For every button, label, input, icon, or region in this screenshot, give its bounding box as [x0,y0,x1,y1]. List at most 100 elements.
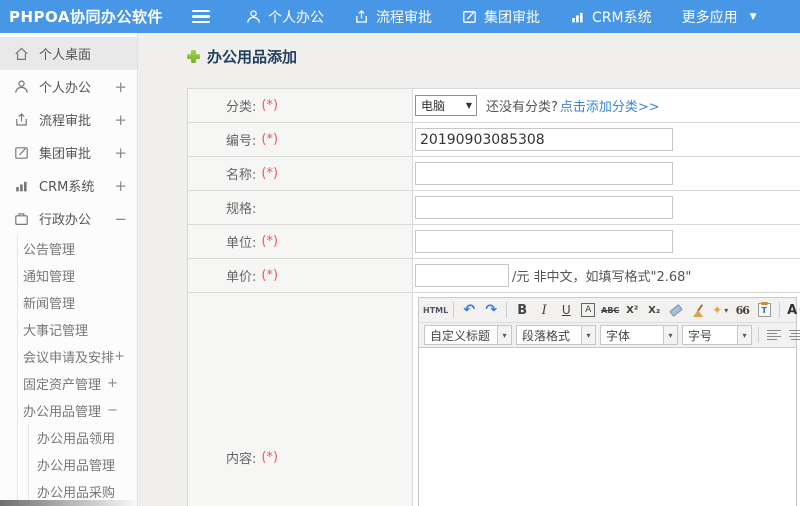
sidebar-label: 流程审批 [39,114,92,129]
sidebar-label: 集团审批 [39,147,92,162]
unit-input[interactable] [415,230,673,253]
sidebar-item-supplies-claim[interactable]: 办公用品领用 [29,424,137,451]
paragraph-format-dropdown[interactable]: 段落格式 ▾ [516,325,596,345]
sidebar-item-group-approval[interactable]: 集团审批 + [0,136,137,169]
custom-title-dropdown[interactable]: 自定义标题 ▾ [424,325,512,345]
label-text: 分类: [226,100,257,115]
clear-format-button[interactable] [688,300,708,320]
eraser-icon [669,303,684,317]
html-source-button[interactable]: HTML [423,300,448,320]
app-logo: PHPOA协同办公软件 [9,8,163,26]
required-mark: (*) [261,234,279,249]
sidebar-item-supplies-mgmt[interactable]: 办公用品管理 − [18,397,137,424]
dropdown-label: 段落格式 [522,328,571,343]
sidebar-item-desktop[interactable]: 个人桌面 [0,37,137,70]
sidebar-item-meeting-mgmt[interactable]: 会议申请及安排 + [18,343,137,370]
topmenu-personal-office[interactable]: 个人办公 [246,7,324,27]
sidebar-submenu-supplies: 办公用品领用 办公用品管理 办公用品采购 [28,424,137,505]
underline-button[interactable]: U [556,300,576,320]
sidebar-item-notice-mgmt[interactable]: 通知管理 [18,262,137,289]
collapse-icon[interactable]: − [114,210,127,228]
font-style-button[interactable]: A [578,300,598,320]
blockquote-button[interactable]: 66 [732,300,752,320]
paste-text-button[interactable]: T [754,300,774,320]
sidebar-item-news-mgmt[interactable]: 新闻管理 [18,289,137,316]
toolbar-separator [758,327,759,343]
add-category-link[interactable]: 点击添加分类>> [560,96,660,115]
hamburger-icon[interactable] [192,10,210,23]
label-text: 名称: [226,168,257,183]
topmenu-more-apps[interactable]: 更多应用 ▼ [682,7,757,27]
italic-button[interactable]: I [534,300,554,320]
sidebar-item-personal-office[interactable]: 个人办公 + [0,70,137,103]
redo-icon[interactable]: ↷ [481,300,501,320]
sidebar-label: 固定资产管理 [23,378,102,393]
sidebar-item-workflow-approval[interactable]: 流程审批 + [0,103,137,136]
sidebar-item-events-mgmt[interactable]: 大事记管理 [18,316,137,343]
sidebar-label: 个人桌面 [39,48,92,63]
label-text: 编号: [226,134,257,149]
name-input[interactable] [415,162,673,185]
form-row-spec: 规格: [188,191,800,225]
price-input[interactable] [415,264,509,287]
sidebar-item-admin-office[interactable]: 行政办公 − [0,202,137,235]
align-center-button[interactable] [786,325,800,345]
label-text: 单位: [226,236,257,251]
field-control [413,123,800,156]
expand-icon[interactable]: + [114,78,127,96]
font-size-dropdown[interactable]: 字号 ▾ [682,325,752,345]
font-family-dropdown[interactable]: 字体 ▾ [600,325,678,345]
caret-down-icon: ▾ [737,326,751,344]
sidebar-label: 大事记管理 [23,324,89,339]
expand-icon[interactable]: + [114,177,127,195]
category-select[interactable]: 电脑 ▼ [415,95,477,116]
field-label: 编号: (*) [188,123,413,156]
sidebar-item-asset-mgmt[interactable]: 固定资产管理 + [18,370,137,397]
expand-icon[interactable]: + [114,111,127,129]
edit-icon [15,147,28,159]
sidebar-item-announcement-mgmt[interactable]: 公告管理 [18,235,137,262]
bar-chart-icon [572,12,583,23]
editor-content-area[interactable] [419,348,796,506]
spec-input[interactable] [415,196,673,219]
autoformat-button[interactable]: ✦ ▾ [710,300,730,320]
collapse-icon[interactable]: − [107,403,118,418]
select-caret-icon: ▼ [465,101,472,110]
dropdown-label: 字号 [688,328,713,343]
topmenu-crm[interactable]: CRM系统 [570,7,652,27]
share-icon [16,113,27,126]
undo-icon[interactable]: ↶ [459,300,479,320]
topmenu-label: 流程审批 [376,9,432,26]
field-control: /元 非中文，如填写格式"2.68" [413,259,800,292]
field-control: 电脑 ▼ 还没有分类? 点击添加分类>> [413,89,800,122]
align-left-button[interactable] [764,325,784,345]
required-mark: (*) [261,132,279,147]
broom-icon [692,303,704,317]
share-icon [356,9,367,23]
expand-icon[interactable]: + [114,349,125,364]
sidebar-item-supplies-manage[interactable]: 办公用品管理 [29,451,137,478]
expand-icon[interactable]: + [107,376,118,391]
eraser-button[interactable] [666,300,686,320]
code-input[interactable] [415,128,673,151]
field-label: 单位: (*) [188,225,413,258]
subscript-button[interactable]: X₂ [644,300,664,320]
main-content: 办公用品添加 分类: (*) 电脑 ▼ 还没有分类? 点击添加分类>> 编号: … [138,33,800,506]
home-icon [15,47,28,60]
label-text: 单价: [226,270,257,285]
form-row-name: 名称: (*) [188,157,800,191]
form-row-content: 内容: (*) HTML ↶ ↷ B I U A ABC X² X₂ ✦ ▾ 6… [188,293,800,506]
strikethrough-button[interactable]: ABC [600,300,620,320]
expand-icon[interactable]: + [114,144,127,162]
font-color-button[interactable]: A▾ [785,300,800,320]
topmenu-label: 集团审批 [484,9,540,26]
superscript-button[interactable]: X² [622,300,642,320]
bottom-edge-shadow [0,500,140,506]
sidebar-item-crm[interactable]: CRM系统 + [0,169,137,202]
user-icon [247,10,260,23]
bold-button[interactable]: B [512,300,532,320]
topmenu-group-approval[interactable]: 集团审批 [462,7,540,27]
topmenu-workflow-approval[interactable]: 流程审批 [354,7,432,27]
rich-text-editor: HTML ↶ ↷ B I U A ABC X² X₂ ✦ ▾ 66 T A 自定… [418,297,800,506]
editor-toolbar-row2: 自定义标题 ▾ 段落格式 ▾ 字体 ▾ 字号 ▾ [419,323,800,348]
